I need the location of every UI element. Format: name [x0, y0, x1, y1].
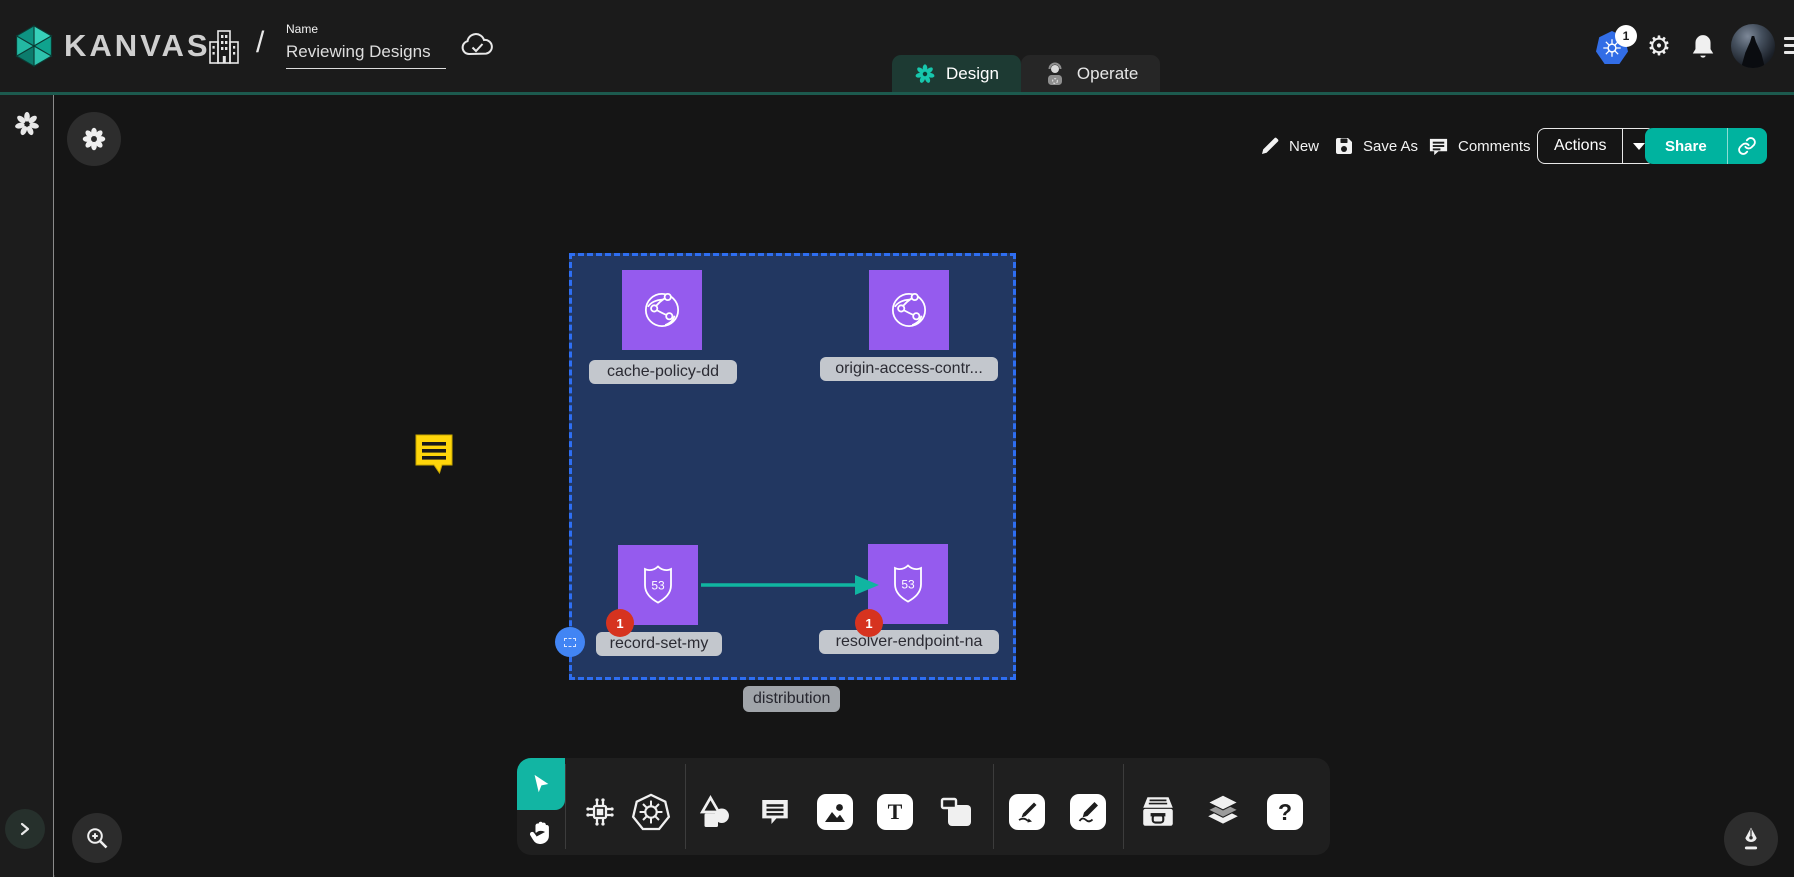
pencil-draw-icon: [1070, 794, 1106, 830]
svg-text:53: 53: [901, 578, 915, 592]
comments-button[interactable]: Comments: [1428, 128, 1531, 164]
hand-icon: [528, 820, 554, 846]
notifications-bell-icon[interactable]: [1690, 33, 1716, 61]
brand-title: KANVAS: [64, 28, 211, 64]
node-resolver-endpoint[interactable]: 53: [868, 544, 948, 624]
node-issue-badge[interactable]: 1: [606, 609, 634, 637]
left-sidebar: [0, 95, 54, 877]
route53-shield-icon: 53: [634, 561, 682, 609]
node-issue-badge[interactable]: 1: [855, 609, 883, 637]
sidebar-expand-button[interactable]: [5, 809, 45, 849]
cursor-icon: [530, 773, 552, 795]
node-label-cache-policy[interactable]: cache-policy-dd: [589, 360, 737, 384]
layers-tool-button[interactable]: [1203, 790, 1243, 834]
shapes-icon: [697, 794, 733, 830]
pen-tool-button[interactable]: [1724, 812, 1778, 866]
help-icon: ?: [1278, 799, 1292, 826]
canvas-action-bar: New Save As Comments Actions Share: [0, 128, 1794, 168]
link-icon: [1737, 136, 1757, 156]
menu-icon[interactable]: [1784, 33, 1794, 59]
globe-network-icon: [637, 285, 687, 335]
comment-icon: [1428, 136, 1449, 157]
operator-person-icon: [1043, 62, 1067, 86]
tab-design[interactable]: Design: [892, 55, 1021, 92]
design-name-field: Name: [286, 22, 446, 69]
image-tool-button[interactable]: [815, 790, 855, 834]
cloud-check-icon: [460, 32, 494, 60]
pan-tool-button[interactable]: [517, 814, 565, 852]
tab-operate[interactable]: Operate: [1021, 55, 1160, 92]
design-name-input[interactable]: [286, 40, 446, 69]
comment-icon: [758, 795, 792, 829]
node-cache-policy[interactable]: [622, 270, 702, 350]
archive-tool-button[interactable]: [1138, 790, 1178, 834]
copy-link-button[interactable]: [1727, 128, 1767, 164]
mode-tabs: Design Operate: [892, 55, 1160, 92]
save-as-button[interactable]: Save As: [1334, 128, 1418, 164]
bottom-toolbar: T: [517, 758, 1330, 855]
k8s-context-count-badge: 1: [1615, 25, 1637, 47]
frame-tool-button[interactable]: [936, 790, 976, 834]
building-icon[interactable]: [207, 28, 241, 66]
settings-gear-icon[interactable]: ⚙: [1645, 32, 1673, 62]
save-as-button-label: Save As: [1363, 138, 1418, 155]
kubernetes-tool-button[interactable]: [631, 790, 671, 834]
dashed-rect-icon: [564, 638, 576, 647]
svg-text:53: 53: [651, 579, 665, 593]
globe-network-icon: [884, 285, 934, 335]
select-tool-button[interactable]: [517, 758, 565, 810]
help-tool-button[interactable]: ?: [1265, 790, 1305, 834]
selected-group-distribution[interactable]: cache-policy-dd origin-access-contr... 5…: [569, 253, 1016, 680]
comment-tool-button[interactable]: [755, 790, 795, 834]
node-label-resolver-endpoint[interactable]: resolver-endpoint-na: [819, 630, 999, 654]
breadcrumb-separator: /: [256, 26, 264, 60]
node-origin-access[interactable]: [869, 270, 949, 350]
node-label-origin-access[interactable]: origin-access-contr...: [820, 357, 998, 381]
new-button-label: New: [1289, 138, 1319, 155]
new-button[interactable]: New: [1260, 128, 1319, 164]
design-pinwheel-icon: [914, 63, 936, 85]
pencil-icon: [1260, 136, 1280, 156]
shapes-tool-button[interactable]: [695, 790, 735, 834]
text-tool-button[interactable]: T: [875, 790, 915, 834]
route53-shield-icon: 53: [884, 560, 932, 608]
chevron-right-icon: [18, 822, 32, 836]
chevron-down-icon: [1633, 143, 1645, 150]
tab-operate-label: Operate: [1077, 64, 1138, 84]
zoom-in-icon: [84, 825, 110, 851]
kanvas-logo-icon[interactable]: [12, 24, 56, 68]
actions-button-label[interactable]: Actions: [1538, 137, 1622, 155]
share-split-button[interactable]: Share: [1645, 128, 1767, 164]
group-label-distribution[interactable]: distribution: [743, 686, 840, 712]
user-avatar[interactable]: [1731, 24, 1775, 68]
edge-arrow[interactable]: [701, 572, 879, 598]
image-icon: [817, 794, 853, 830]
drawer-icon: [1139, 795, 1177, 829]
group-resize-handle[interactable]: [555, 627, 585, 657]
app-header: KANVAS / Name: [0, 0, 1794, 95]
layers-icon: [1204, 794, 1242, 830]
circuit-icon: [582, 794, 618, 830]
share-button-label[interactable]: Share: [1645, 138, 1727, 155]
actions-split-button[interactable]: Actions: [1537, 128, 1655, 164]
comments-button-label: Comments: [1458, 138, 1531, 155]
kubernetes-wheel-icon: [631, 791, 671, 833]
zoom-in-button[interactable]: [72, 813, 122, 863]
pen-path-tool-button[interactable]: [1007, 790, 1047, 834]
floppy-save-icon: [1334, 136, 1354, 156]
pencil-tool-button[interactable]: [1068, 790, 1108, 834]
text-icon: T: [888, 799, 903, 825]
pen-path-icon: [1009, 794, 1045, 830]
comment-marker-icon[interactable]: [411, 430, 457, 477]
pen-nib-icon: [1737, 825, 1765, 853]
name-field-label: Name: [286, 22, 446, 36]
sticky-note-icon: [939, 795, 973, 829]
components-tool-button[interactable]: [580, 790, 620, 834]
tab-design-label: Design: [946, 64, 999, 84]
